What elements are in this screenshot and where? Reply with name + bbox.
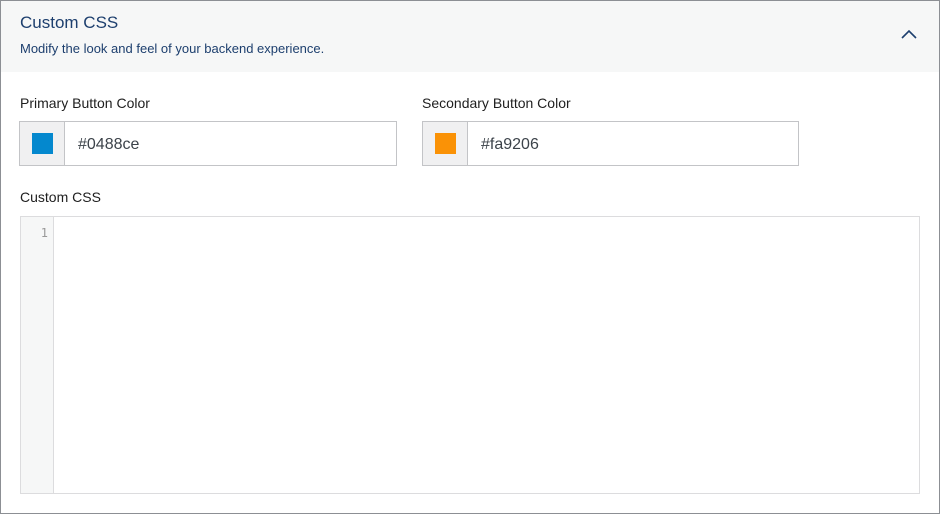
secondary-color-input[interactable] — [468, 122, 798, 167]
custom-css-editor: 1 — [20, 216, 920, 494]
primary-color-label: Primary Button Color — [20, 95, 150, 111]
line-number: 1 — [40, 226, 48, 240]
panel-subtitle: Modify the look and feel of your backend… — [20, 41, 325, 56]
secondary-color-label: Secondary Button Color — [422, 95, 571, 111]
primary-color-swatch — [31, 133, 53, 154]
primary-color-field — [19, 121, 397, 167]
secondary-color-swatch — [434, 133, 456, 154]
panel-title: Custom CSS — [20, 13, 119, 32]
secondary-color-picker-button[interactable] — [423, 122, 468, 165]
custom-css-label: Custom CSS — [20, 189, 101, 205]
custom-css-panel: Custom CSS Modify the look and feel of y… — [0, 0, 940, 514]
primary-color-picker-button[interactable] — [20, 122, 65, 165]
panel-header[interactable]: Custom CSS Modify the look and feel of y… — [1, 1, 939, 72]
line-number-gutter: 1 — [21, 217, 54, 493]
secondary-color-field — [422, 121, 799, 167]
primary-color-input[interactable] — [65, 122, 396, 167]
custom-css-textarea[interactable] — [54, 217, 919, 493]
chevron-up-icon[interactable] — [897, 23, 921, 47]
